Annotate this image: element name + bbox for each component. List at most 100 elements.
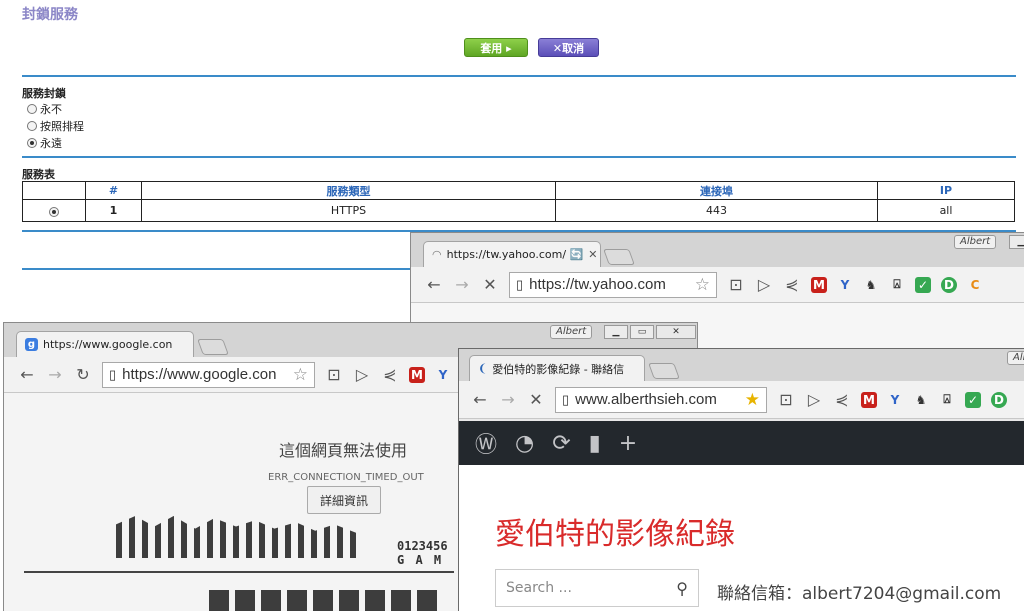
radio-schedule[interactable]: 按照排程 bbox=[27, 118, 84, 134]
cancel-button[interactable]: ✕取消 bbox=[538, 38, 599, 57]
forward-icon[interactable]: → bbox=[453, 275, 471, 294]
minimize-icon[interactable]: ▁ bbox=[1009, 235, 1024, 249]
play-icon[interactable]: ▷ bbox=[755, 275, 773, 294]
radio-button[interactable] bbox=[27, 104, 37, 114]
divider bbox=[22, 156, 1016, 158]
divider bbox=[22, 75, 1016, 77]
download-icon[interactable]: ⊡ bbox=[777, 390, 795, 409]
reload-icon[interactable]: ↻ bbox=[74, 365, 92, 384]
tab-strip: ❨ 愛伯特的影像紀錄 - 聯絡信 Alb bbox=[459, 349, 1024, 381]
url-text: www.alberthsieh.com bbox=[575, 391, 717, 408]
maximize-icon[interactable]: ▭ bbox=[630, 325, 654, 339]
radio-never[interactable]: 永不 bbox=[27, 101, 62, 117]
play-icon[interactable]: ▷ bbox=[805, 390, 823, 409]
extension-icon[interactable]: C bbox=[967, 277, 983, 293]
radio-label: 永遠 bbox=[40, 137, 62, 150]
game-label: G A M bbox=[397, 553, 444, 567]
url-text: https://www.google.con bbox=[122, 366, 277, 383]
radio-button-selected[interactable] bbox=[27, 138, 37, 148]
details-button[interactable]: 詳細資訊 bbox=[307, 486, 381, 514]
wordpress-icon[interactable]: Ⓦ bbox=[475, 427, 497, 459]
apply-label: 套用 ▸ bbox=[480, 41, 512, 55]
apply-button[interactable]: 套用 ▸ bbox=[464, 38, 528, 57]
error-title: 這個網頁無法使用 bbox=[279, 441, 408, 460]
window-controls: ▁ ▭ ✕ bbox=[604, 325, 696, 339]
row-number: 1 bbox=[85, 199, 142, 222]
dashboard-icon[interactable]: ◔ bbox=[515, 431, 534, 456]
extension-icon[interactable]: Y bbox=[435, 367, 451, 383]
comment-icon[interactable]: ▮ bbox=[589, 431, 601, 456]
blog-page: 愛伯特的影像紀錄 Search ... ⚲ 聯絡信箱：albert7204@gm… bbox=[459, 465, 1024, 611]
download-icon[interactable]: ⊡ bbox=[325, 365, 343, 384]
play-icon[interactable]: ▷ bbox=[353, 365, 371, 384]
new-tab-button[interactable] bbox=[648, 363, 680, 379]
update-icon[interactable]: ⟳ bbox=[552, 431, 570, 456]
address-bar[interactable]: ▯ https://tw.yahoo.com ☆ bbox=[509, 271, 717, 298]
blog-browser-window: ❨ 愛伯特的影像紀錄 - 聯絡信 Alb ← → ✕ ▯ www.alberth… bbox=[458, 348, 1024, 611]
column-header: 服務類型 bbox=[141, 181, 556, 200]
toolbar: ← → ✕ ▯ www.alberthsieh.com ★ ⊡ ▷ ⋞ M Y … bbox=[459, 381, 1024, 419]
loading-icon: ❨ bbox=[478, 362, 488, 375]
radio-always[interactable]: 永遠 bbox=[27, 135, 62, 151]
back-icon[interactable]: ← bbox=[18, 365, 36, 384]
gmail-extension-icon[interactable]: M bbox=[811, 276, 827, 293]
tab-strip: ◠ https://tw.yahoo.com/ 🔄 ✕ Albert ▁ bbox=[411, 233, 1024, 267]
extension-icon[interactable]: D bbox=[941, 276, 957, 293]
tab-title: 愛伯特的影像紀錄 - 聯絡信 bbox=[492, 362, 625, 376]
stop-icon[interactable]: ✕ bbox=[481, 275, 499, 294]
stop-icon[interactable]: ✕ bbox=[527, 390, 545, 409]
extension-icon[interactable]: ⍓ bbox=[939, 392, 955, 408]
table-row[interactable]: 1 HTTPS 443 all bbox=[22, 199, 1015, 222]
address-bar[interactable]: ▯ https://www.google.con ☆ bbox=[102, 361, 315, 388]
extension-icon[interactable]: ⍓ bbox=[889, 277, 905, 293]
new-tab-button[interactable] bbox=[197, 339, 229, 355]
gmail-extension-icon[interactable]: M bbox=[409, 366, 425, 383]
star-icon[interactable]: ☆ bbox=[695, 275, 710, 295]
star-icon[interactable]: ☆ bbox=[293, 365, 308, 385]
row-radio[interactable] bbox=[49, 207, 59, 217]
forward-icon[interactable]: → bbox=[499, 390, 517, 409]
back-icon[interactable]: ← bbox=[425, 275, 443, 294]
share-icon[interactable]: ⋞ bbox=[381, 365, 399, 384]
share-icon[interactable]: ⋞ bbox=[833, 390, 851, 409]
star-icon[interactable]: ★ bbox=[745, 390, 760, 410]
page-icon: ▯ bbox=[562, 391, 570, 407]
extension-icon[interactable]: ✓ bbox=[915, 276, 931, 293]
google-favicon-icon: g bbox=[25, 338, 38, 351]
extension-icon[interactable]: ✓ bbox=[965, 391, 981, 408]
row-ip: all bbox=[877, 199, 1015, 222]
radio-label: 永不 bbox=[40, 103, 62, 116]
radio-button[interactable] bbox=[27, 121, 37, 131]
profile-badge[interactable]: Albert bbox=[550, 325, 593, 339]
tab-google[interactable]: g https://www.google.con bbox=[16, 331, 194, 357]
close-window-icon[interactable]: ✕ bbox=[656, 325, 696, 339]
back-icon[interactable]: ← bbox=[471, 390, 489, 409]
new-tab-button[interactable] bbox=[603, 249, 635, 265]
row-service: HTTPS bbox=[141, 199, 556, 222]
column-header: IP bbox=[877, 181, 1015, 200]
extension-icon[interactable]: ♞ bbox=[913, 392, 929, 408]
tab-yahoo[interactable]: ◠ https://tw.yahoo.com/ 🔄 ✕ bbox=[423, 241, 601, 267]
search-input[interactable]: Search ... ⚲ bbox=[495, 569, 699, 607]
page-title: 封鎖服務 bbox=[22, 7, 78, 23]
extension-icon[interactable]: Y bbox=[837, 277, 853, 293]
address-bar[interactable]: ▯ www.alberthsieh.com ★ bbox=[555, 386, 767, 413]
search-icon[interactable]: ⚲ bbox=[676, 579, 688, 598]
extension-icon[interactable]: ♞ bbox=[863, 277, 879, 293]
profile-badge[interactable]: Alb bbox=[1007, 351, 1024, 365]
plus-icon[interactable]: + bbox=[619, 431, 637, 456]
download-icon[interactable]: ⊡ bbox=[727, 275, 745, 294]
extension-icon[interactable]: D bbox=[991, 391, 1007, 408]
gmail-extension-icon[interactable]: M bbox=[861, 391, 877, 408]
tab-blog[interactable]: ❨ 愛伯特的影像紀錄 - 聯絡信 bbox=[469, 355, 645, 381]
cancel-label: ✕取消 bbox=[552, 41, 585, 55]
minimize-icon[interactable]: ▁ bbox=[604, 325, 628, 339]
blog-title[interactable]: 愛伯特的影像紀錄 bbox=[495, 509, 735, 553]
share-icon[interactable]: ⋞ bbox=[783, 275, 801, 294]
close-tab-icon[interactable]: ✕ bbox=[588, 248, 597, 261]
cactus-sprite-icon bbox=[116, 516, 356, 558]
forward-icon[interactable]: → bbox=[46, 365, 64, 384]
profile-badge[interactable]: Albert bbox=[954, 235, 997, 249]
extension-icon[interactable]: Y bbox=[887, 392, 903, 408]
tab-title: https://tw.yahoo.com/ 🔄 bbox=[446, 248, 584, 261]
